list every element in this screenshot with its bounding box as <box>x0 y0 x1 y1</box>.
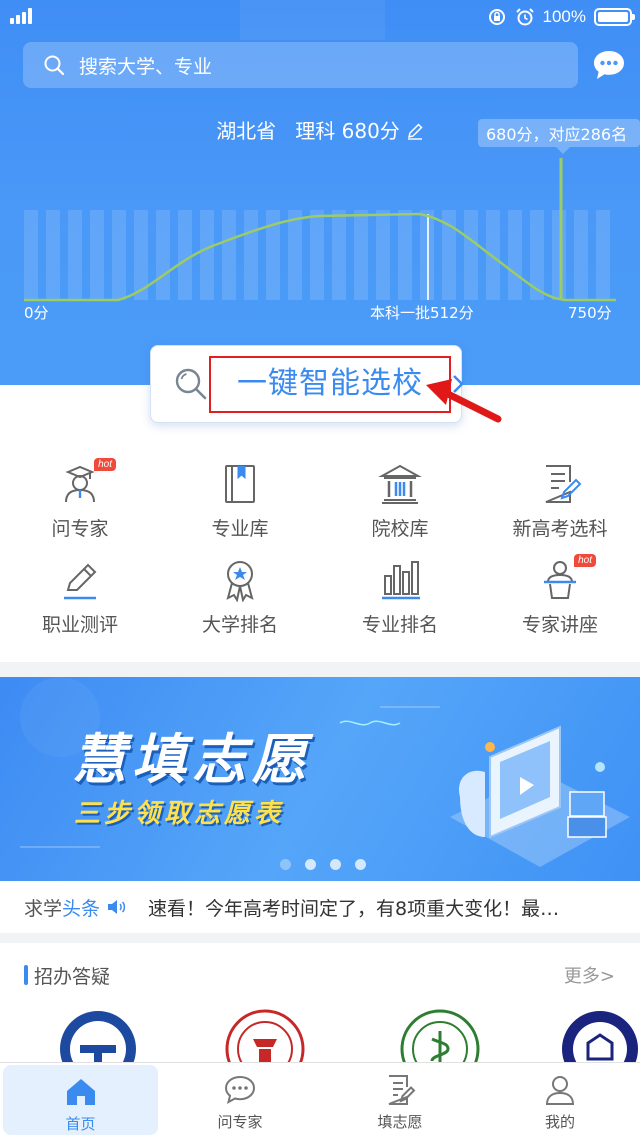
university-logo-3[interactable] <box>400 1009 480 1063</box>
battery-icon <box>594 8 635 26</box>
section-accent <box>24 965 28 985</box>
tab-ask-expert[interactable]: 问专家 <box>160 1063 320 1137</box>
more-link[interactable]: 更多> <box>564 962 615 988</box>
news-tag-prefix: 求学 <box>24 897 63 920</box>
menu-label: 专业排名 <box>361 614 438 636</box>
province-label: 湖北省 <box>216 119 277 143</box>
edit-icon[interactable] <box>406 122 424 140</box>
carousel-dot[interactable] <box>280 859 291 870</box>
message-icon[interactable] <box>592 49 626 81</box>
menu-label: 职业测评 <box>41 614 118 636</box>
battery-percentage: 100% <box>542 7 586 26</box>
search-icon <box>44 55 65 76</box>
score-value: 680分 <box>341 119 400 143</box>
menu-label: 院校库 <box>371 518 429 540</box>
medal-icon <box>218 558 262 603</box>
news-headline[interactable]: 速看！今年高考时间定了，有8项重大变化！最… <box>148 894 598 921</box>
expert-icon: hot <box>58 458 116 506</box>
chart-min-label: 0分 <box>24 304 49 322</box>
news-tag: 求学头条 <box>24 894 100 921</box>
carousel-dot[interactable] <box>330 859 341 870</box>
search-bar[interactable]: 搜索大学、专业 <box>23 42 578 88</box>
menu-label: 专业库 <box>211 518 269 540</box>
promo-banner[interactable]: 慧填志愿 三步领取志愿表 <box>0 677 640 881</box>
menu-label: 新高考选科 <box>512 518 608 540</box>
home-icon <box>66 1079 95 1105</box>
admission-qa-section: 招办答疑 更多> <box>0 943 640 1063</box>
university-logo-2[interactable] <box>225 1009 305 1063</box>
menu-item-university-ranking[interactable]: 大学排名 <box>160 558 320 637</box>
chart-columns <box>24 210 610 300</box>
smart-select-button[interactable]: 一键智能选校 <box>150 345 464 423</box>
section-title: 招办答疑 <box>34 966 111 988</box>
university-logo-1[interactable] <box>58 1009 138 1063</box>
menu-label: 大学排名 <box>201 614 278 636</box>
chat-icon <box>224 1075 256 1104</box>
carousel-dot[interactable] <box>355 859 366 870</box>
search-icon <box>175 368 207 400</box>
speaker-icon <box>108 900 126 914</box>
smart-select-label: 一键智能选校 <box>209 356 451 413</box>
menu-label: 问专家 <box>51 518 109 540</box>
chart-batch-label: 本科一批512分 <box>370 304 474 322</box>
menu-item-university-library[interactable]: 院校库 <box>320 462 480 541</box>
tab-home[interactable]: 首页 <box>3 1065 158 1135</box>
university-logo-4[interactable] <box>560 1009 640 1063</box>
score-hero: 100% 搜索大学、专业 湖北省 理科 680分 680分，对应286名 0分 … <box>0 0 640 385</box>
tab-bar: 首页 问专家 填志愿 我的 <box>0 1062 640 1137</box>
lecture-icon: hot <box>538 554 596 602</box>
carousel-dot[interactable] <box>305 859 316 870</box>
menu-item-expert[interactable]: hot 问专家 <box>0 458 160 541</box>
subject-label: 理科 <box>295 119 336 143</box>
tab-label: 我的 <box>544 1113 575 1131</box>
tab-label: 问专家 <box>217 1113 263 1131</box>
menu-item-major-library[interactable]: 专业库 <box>160 462 320 541</box>
tab-mine[interactable]: 我的 <box>480 1063 640 1137</box>
pencil-icon <box>58 558 102 602</box>
search-placeholder: 搜索大学、专业 <box>79 55 213 78</box>
bar-chart-icon <box>378 558 422 602</box>
menu-item-major-ranking[interactable]: 专业排名 <box>320 558 480 637</box>
status-bar: 100% <box>0 0 640 34</box>
tab-fill-application[interactable]: 填志愿 <box>320 1063 480 1137</box>
form-icon <box>388 1075 416 1105</box>
rank-tooltip: 680分，对应286名 <box>478 119 640 154</box>
university-icon <box>378 462 422 506</box>
score-distribution-chart <box>24 158 616 302</box>
tab-label: 填志愿 <box>377 1113 423 1131</box>
news-tag-highlight: 头条 <box>62 897 101 920</box>
news-ticker[interactable]: 求学头条 速看！今年高考时间定了，有8项重大变化！最… <box>0 881 640 933</box>
menu-item-career-test[interactable]: 职业测评 <box>0 558 160 637</box>
chart-max-label: 750分 <box>568 304 612 322</box>
form-edit-icon <box>538 462 582 506</box>
menu-label: 专家讲座 <box>521 614 598 636</box>
red-arrow-annotation-icon <box>426 379 502 423</box>
signal-icon <box>10 8 36 24</box>
banner-subtitle: 三步领取志愿表 <box>74 799 285 829</box>
computer-illustration-icon <box>450 725 630 867</box>
menu-item-expert-lecture[interactable]: hot 专家讲座 <box>480 554 640 637</box>
tab-label: 首页 <box>65 1115 96 1133</box>
menu-item-subject-selection[interactable]: 新高考选科 <box>480 462 640 541</box>
banner-title: 慧填志愿 <box>72 727 312 791</box>
rotation-lock-icon <box>488 9 505 25</box>
user-icon <box>545 1076 575 1105</box>
hot-badge: hot <box>94 458 116 471</box>
carousel-dots[interactable] <box>280 859 366 870</box>
book-icon <box>218 462 262 506</box>
hot-badge: hot <box>574 554 596 567</box>
alarm-icon <box>515 8 534 26</box>
